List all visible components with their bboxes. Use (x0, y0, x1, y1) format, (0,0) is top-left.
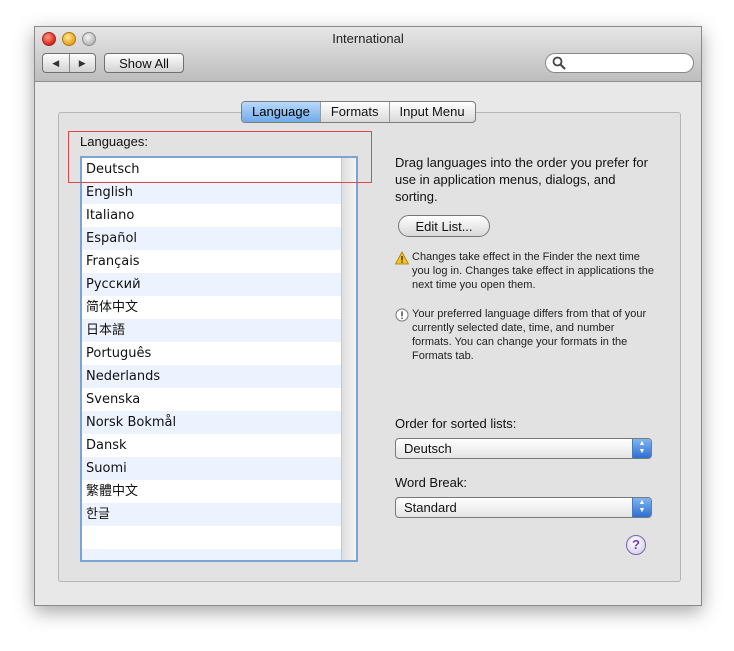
language-list-item[interactable]: Español (82, 227, 342, 250)
language-list-item[interactable]: Dansk (82, 434, 342, 457)
window-title: International (332, 31, 404, 46)
preferences-window: International ◀ ▶ Show All Language Form… (34, 26, 702, 606)
language-list-empty-row (82, 526, 342, 549)
title-bar: International ◀ ▶ Show All (35, 27, 701, 82)
sort-order-label: Order for sorted lists: (395, 416, 517, 431)
language-list-item[interactable]: Русский (82, 273, 342, 296)
navigation-buttons: ◀ ▶ (42, 53, 96, 73)
language-list-item[interactable]: Deutsch (82, 158, 342, 181)
warning-triangle-icon (395, 251, 409, 265)
exclamation-circle-icon (395, 308, 409, 322)
warning-note-text: Changes take effect in the Finder the ne… (412, 251, 654, 291)
info-note: Your preferred language differs from tha… (395, 307, 655, 363)
language-list-item[interactable]: 繁體中文 (82, 480, 342, 503)
forward-button[interactable]: ▶ (70, 54, 96, 72)
language-list-item[interactable]: 简体中文 (82, 296, 342, 319)
tab-formats[interactable]: Formats (321, 102, 390, 122)
language-list-item[interactable]: 한글 (82, 503, 342, 526)
updown-arrows-icon: ▲ ▼ (632, 498, 651, 517)
word-break-popup[interactable]: Standard ▲ ▼ (395, 497, 652, 518)
info-note-text: Your preferred language differs from tha… (412, 308, 647, 362)
updown-arrows-icon: ▲ ▼ (632, 439, 651, 458)
languages-list[interactable]: Deutsch English Italiano Español Français Рус… (80, 156, 358, 562)
word-break-label: Word Break: (395, 475, 468, 490)
warning-note: Changes take effect in the Finder the ne… (395, 250, 655, 292)
search-field[interactable] (545, 53, 694, 73)
tab-bar: Language Formats Input Menu (241, 101, 476, 123)
magnifier-icon (552, 56, 566, 70)
language-list-item[interactable]: Français (82, 250, 342, 273)
show-all-button[interactable]: Show All (104, 53, 184, 73)
word-break-value: Standard (404, 500, 457, 515)
language-list-item[interactable]: Suomi (82, 457, 342, 480)
language-list-item[interactable]: Nederlands (82, 365, 342, 388)
languages-scrollbar[interactable] (341, 158, 356, 560)
tab-language[interactable]: Language (242, 102, 321, 122)
tab-input-menu[interactable]: Input Menu (390, 102, 475, 122)
language-list-empty-row (82, 549, 342, 560)
language-list-item[interactable]: Italiano (82, 204, 342, 227)
language-list-item[interactable]: Norsk Bokmål (82, 411, 342, 434)
language-list-item[interactable]: 日本語 (82, 319, 342, 342)
languages-label: Languages: (80, 134, 148, 149)
search-input[interactable] (568, 55, 690, 73)
instructions-text: Drag languages into the order you prefer… (395, 155, 648, 204)
languages-rows: Deutsch English Italiano Español Français Рус… (82, 158, 342, 560)
sort-order-value: Deutsch (404, 441, 452, 456)
language-list-item[interactable]: Português (82, 342, 342, 365)
language-list-item[interactable]: English (82, 181, 342, 204)
language-list-item[interactable]: Svenska (82, 388, 342, 411)
sort-order-popup[interactable]: Deutsch ▲ ▼ (395, 438, 652, 459)
help-button[interactable]: ? (626, 535, 646, 555)
back-button[interactable]: ◀ (43, 54, 70, 72)
edit-list-button[interactable]: Edit List... (398, 215, 490, 237)
